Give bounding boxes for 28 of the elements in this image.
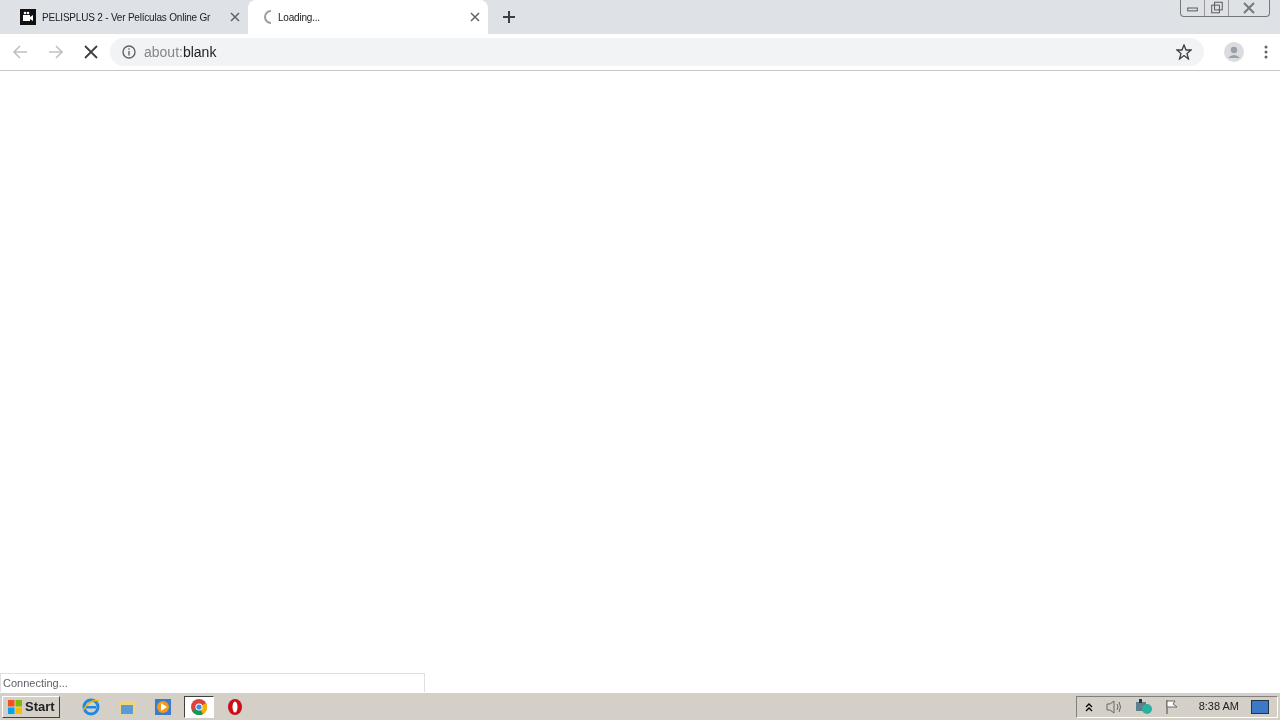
chevron-up-icon[interactable] (1084, 701, 1093, 712)
show-desktop-icon[interactable] (1251, 699, 1269, 714)
tab-title: PELISPLUS 2 - Ver Películas Online Gr (42, 10, 212, 25)
tab-title: Loading... (278, 10, 321, 25)
folder-icon (117, 698, 136, 715)
opera-icon (226, 697, 243, 716)
close-icon[interactable] (230, 12, 240, 22)
browser-tab[interactable]: Loading... (248, 0, 488, 34)
network-icon[interactable] (1134, 698, 1153, 715)
browser-e-icon (81, 697, 100, 716)
menu-icon[interactable] (1264, 45, 1268, 59)
taskbar-button[interactable] (183, 695, 214, 718)
profile-avatar-icon[interactable] (1224, 42, 1244, 62)
chrome-icon (190, 698, 207, 715)
url-text: about:blank (144, 42, 218, 62)
clock[interactable]: 8:38 AM (1198, 698, 1239, 715)
flag-icon[interactable] (1164, 698, 1179, 715)
address-bar[interactable]: about:blank (110, 38, 1204, 66)
info-icon (122, 45, 136, 59)
stop-icon[interactable] (84, 45, 98, 59)
star-icon[interactable] (1176, 44, 1192, 60)
status-bubble: Connecting... (0, 673, 425, 692)
media-player-icon (153, 697, 172, 716)
speaker-icon[interactable] (1104, 698, 1123, 715)
windows-logo-icon (7, 698, 23, 715)
new-tab-icon[interactable] (502, 10, 516, 24)
start-button[interactable]: Start (2, 695, 60, 718)
close-icon[interactable] (470, 12, 480, 22)
